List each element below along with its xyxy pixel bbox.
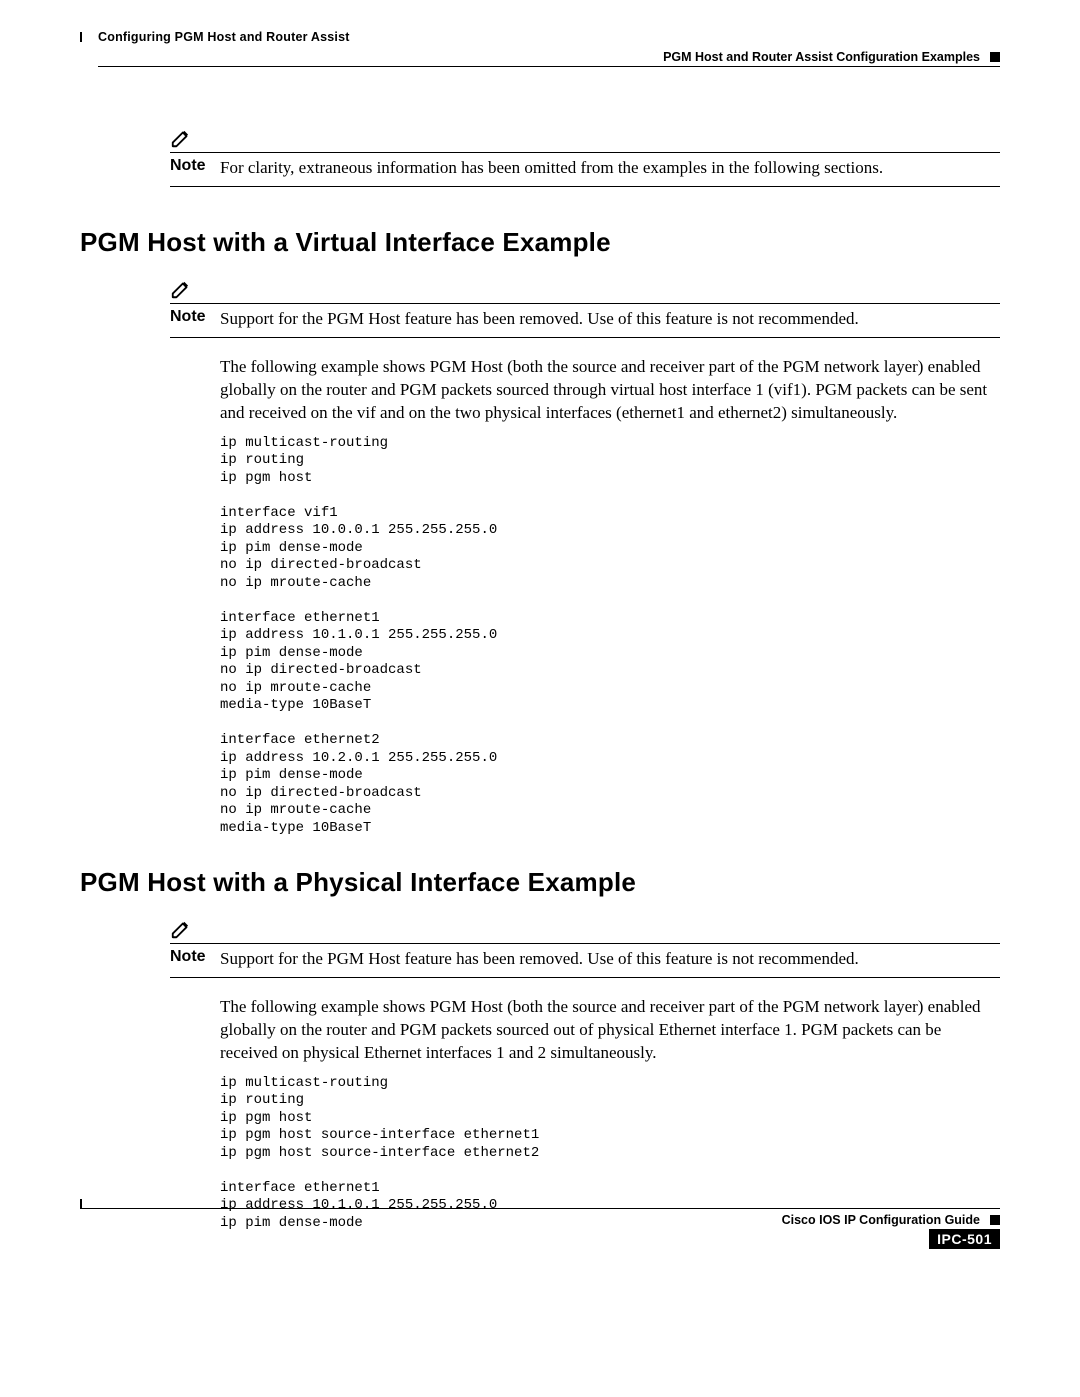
body-paragraph-1: The following example shows PGM Host (bo… [220, 356, 1000, 425]
pencil-icon [170, 278, 192, 300]
header-rule [98, 66, 1000, 67]
footer-rule [80, 1208, 1000, 1209]
note-block-1: Note For clarity, extraneous information… [170, 127, 1000, 187]
header-sub-row: PGM Host and Router Assist Configuration… [98, 50, 1000, 64]
page-header: Configuring PGM Host and Router Assist P… [98, 30, 1000, 67]
section-heading-1: PGM Host with a Virtual Interface Exampl… [80, 227, 1000, 258]
note-text-2: Support for the PGM Host feature has bee… [220, 308, 1000, 331]
pencil-icon [170, 918, 192, 940]
note-text-3: Support for the PGM Host feature has bee… [220, 948, 1000, 971]
note-label-1: Note [170, 157, 220, 175]
header-chapter: Configuring PGM Host and Router Assist [98, 30, 1000, 44]
footer-marker-icon [990, 1215, 1000, 1225]
header-marker-icon [990, 52, 1000, 62]
body-paragraph-2: The following example shows PGM Host (bo… [220, 996, 1000, 1065]
note-block-2: Note Support for the PGM Host feature ha… [170, 278, 1000, 338]
code-block-1: ip multicast-routing ip routing ip pgm h… [220, 435, 1000, 838]
page-footer: Cisco IOS IP Configuration Guide [80, 1208, 1000, 1227]
pencil-icon [170, 127, 192, 149]
note-row-2: Note Support for the PGM Host feature ha… [170, 303, 1000, 338]
section-heading-2: PGM Host with a Physical Interface Examp… [80, 867, 1000, 898]
note-row-1: Note For clarity, extraneous information… [170, 152, 1000, 187]
note-label-3: Note [170, 948, 220, 966]
footer-row: Cisco IOS IP Configuration Guide [80, 1213, 1000, 1227]
note-text-1: For clarity, extraneous information has … [220, 157, 1000, 180]
content-area: Note For clarity, extraneous information… [80, 127, 1000, 1232]
header-section: PGM Host and Router Assist Configuration… [663, 50, 980, 64]
crop-mark-top [80, 32, 82, 42]
note-row-3: Note Support for the PGM Host feature ha… [170, 943, 1000, 978]
note-block-3: Note Support for the PGM Host feature ha… [170, 918, 1000, 978]
note-label-2: Note [170, 308, 220, 326]
footer-title: Cisco IOS IP Configuration Guide [782, 1213, 980, 1227]
page: Configuring PGM Host and Router Assist P… [0, 0, 1080, 1397]
page-number: IPC-501 [929, 1229, 1000, 1249]
